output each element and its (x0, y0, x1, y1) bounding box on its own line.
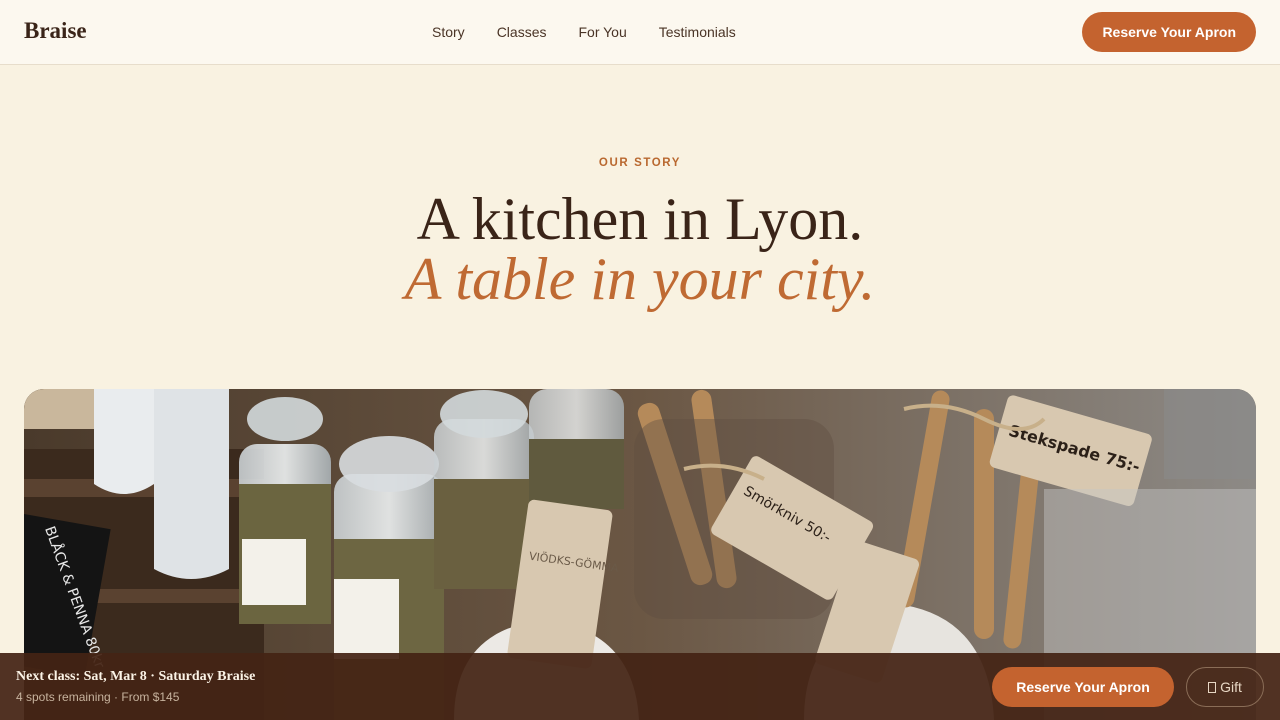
brand-logo[interactable]: Braise (24, 18, 87, 44)
hero-heading: A kitchen in Lyon. (416, 186, 864, 252)
next-class-details: 4 spots remaining · From $145 (16, 690, 180, 704)
next-class-title: Next class: Sat, Mar 8 · Saturday Braise (16, 669, 256, 684)
top-nav: Braise Story Classes For You Testimonial… (0, 0, 1280, 65)
nav-link-classes[interactable]: Classes (497, 24, 547, 40)
nav-link-testimonials[interactable]: Testimonials (659, 24, 736, 40)
nav-link-story[interactable]: Story (432, 24, 465, 40)
hero-subheading: A table in your city. (404, 246, 876, 312)
gift-icon (1208, 681, 1217, 693)
gift-button[interactable]: Gift (1186, 667, 1264, 707)
gift-label: Gift (1220, 679, 1242, 695)
nav-links: Story Classes For You Testimonials (432, 24, 736, 40)
reserve-apron-button[interactable]: Reserve Your Apron (1082, 12, 1256, 52)
booking-bar-reserve-button[interactable]: Reserve Your Apron (992, 667, 1174, 707)
section-eyebrow: OUR STORY (598, 157, 682, 169)
nav-link-for-you[interactable]: For You (578, 24, 626, 40)
sticky-booking-bar: Next class: Sat, Mar 8 · Saturday Braise… (0, 653, 1280, 720)
